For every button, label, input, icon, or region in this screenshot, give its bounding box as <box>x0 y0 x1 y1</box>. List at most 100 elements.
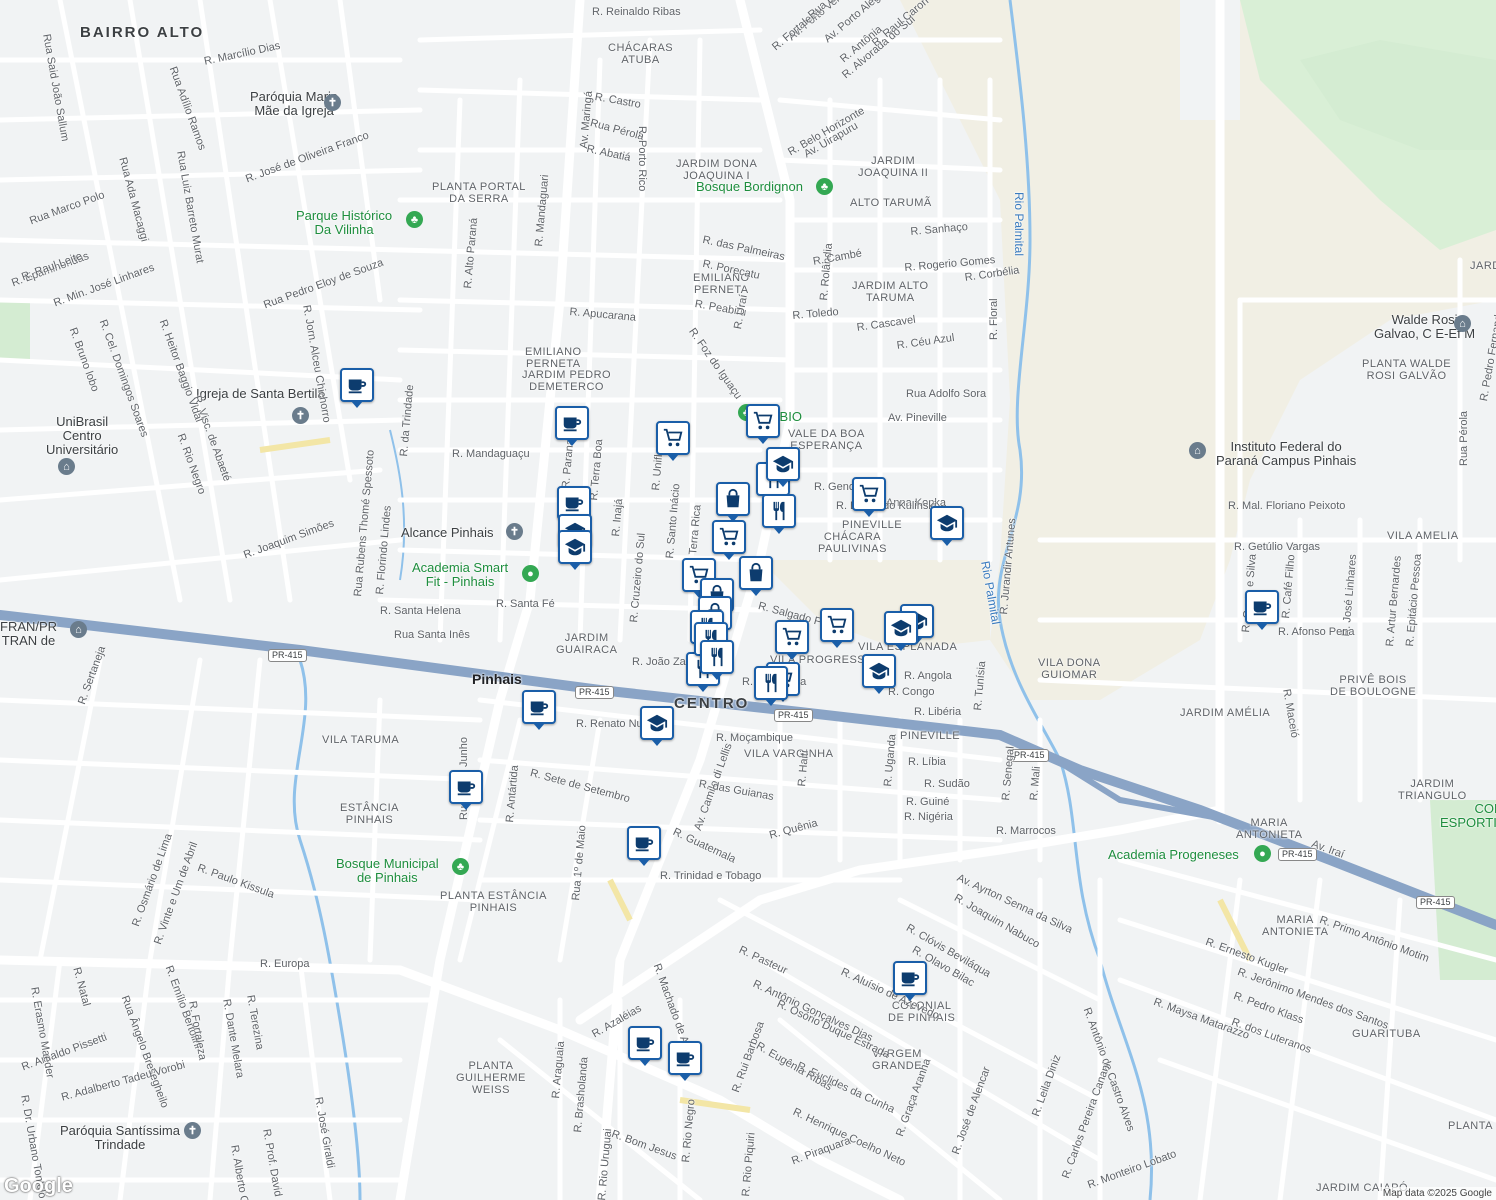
school-icon <box>646 712 668 734</box>
area-label: MARIA ANTONIETA <box>1236 817 1303 841</box>
street-label: R. Guiné <box>906 796 950 808</box>
cart-pin[interactable] <box>712 520 746 560</box>
centro-label: CENTRO <box>674 695 750 712</box>
map-attribution[interactable]: Map data ©2025 Google <box>1378 1187 1496 1200</box>
food-pin[interactable] <box>700 640 734 680</box>
poi-label[interactable]: Parque Histórico Da Vilinha <box>296 209 392 237</box>
area-label: VILA AMELIA <box>1387 530 1459 542</box>
church-icon[interactable]: ✝ <box>506 523 523 540</box>
google-logo: Google <box>4 1175 73 1197</box>
poi-label[interactable]: Alcance Pinhais <box>401 526 494 540</box>
church-icon[interactable]: ✝ <box>292 407 309 424</box>
school-pin[interactable] <box>640 706 674 746</box>
food-pin[interactable] <box>754 666 788 706</box>
cafe-pin[interactable] <box>1245 590 1279 630</box>
area-label: MARIA ANTONIETA <box>1262 914 1329 938</box>
cafe-pin[interactable] <box>449 770 483 810</box>
bag-icon <box>745 562 767 584</box>
poi-label[interactable]: FRAN/PR TRAN de <box>0 620 57 648</box>
cart-pin[interactable] <box>656 421 690 461</box>
cafe-icon <box>561 412 583 434</box>
poi-label[interactable]: Bosque Municipal de Pinhais <box>336 857 439 885</box>
cafe-icon <box>1251 596 1273 618</box>
poi-label[interactable]: Academia Smart Fit - Pinhais <box>412 561 508 589</box>
poi-label[interactable]: Bosque Bordignon <box>696 180 803 194</box>
park-icon[interactable]: ♣ <box>816 178 833 195</box>
food-icon <box>760 672 782 694</box>
area-label: PLANTA GUILHERME WEISS <box>456 1060 526 1096</box>
school-icon[interactable]: ⌂ <box>1189 442 1206 459</box>
area-label: PLANTA <box>1448 1120 1493 1132</box>
poi-label[interactable]: Academia Progeneses <box>1108 848 1239 862</box>
school-pin[interactable] <box>558 530 592 570</box>
street-label: R. Trinidad e Tobago <box>660 870 762 882</box>
poi-label[interactable]: UniBrasil Centro Universitário <box>46 415 118 457</box>
street-label: R. Sudão <box>924 778 970 790</box>
cafe-icon <box>899 967 921 989</box>
street-label: Rua Santa Inês <box>394 629 470 641</box>
school-icon <box>564 536 586 558</box>
bag-pin[interactable] <box>739 556 773 596</box>
street-label: R. Europa <box>260 958 310 970</box>
cafe-pin[interactable] <box>340 368 374 408</box>
gym-icon[interactable]: ● <box>1254 845 1271 862</box>
school-icon[interactable]: ⌂ <box>70 621 87 638</box>
park-icon[interactable]: ♣ <box>452 858 469 875</box>
cafe-pin[interactable] <box>627 826 661 866</box>
street-label: R. Congo <box>888 686 935 698</box>
street-label: Rua Pérola <box>1458 410 1470 466</box>
area-label: JARDIM ALTO TARUMA <box>852 280 929 304</box>
town-label: Pinhais <box>472 671 522 687</box>
area-label: BAIRRO ALTO <box>80 24 205 41</box>
cart-pin[interactable] <box>820 608 854 648</box>
food-pin[interactable] <box>762 494 796 534</box>
street-label: Av. Pineville <box>888 412 947 424</box>
cafe-pin[interactable] <box>628 1026 662 1066</box>
area-label: PLANTA ESTÂNCIA PINHAIS <box>440 890 547 914</box>
cart-pin[interactable] <box>775 620 809 660</box>
area-label: JARDIM JOAQUINA II <box>858 155 929 179</box>
map-canvas[interactable]: Pinhais CENTRO BAIRRO ALTO CHÁCARAS ATUBA JA… <box>0 0 1496 1200</box>
school-icon[interactable]: ⌂ <box>58 458 75 475</box>
poi-label[interactable]: Igreja de Santa Bertila <box>196 387 325 401</box>
school-icon <box>772 453 794 475</box>
highway-shield: PR-415 <box>1416 896 1455 909</box>
poi-label[interactable]: Paróquia Santíssima Trindade <box>60 1124 180 1152</box>
area-label: CHÁCARAS ATUBA <box>608 42 674 66</box>
cafe-icon <box>674 1047 696 1069</box>
river-label: Rio Palmital <box>1012 192 1026 257</box>
area-label: JARDIM PEDRO DEMETERCO <box>522 369 612 393</box>
street-label: R. Angola <box>904 670 952 682</box>
area-label: VILA TARUMA <box>322 734 400 746</box>
school-pin[interactable] <box>766 447 800 487</box>
church-icon[interactable]: ✝ <box>184 1122 201 1139</box>
poi-label[interactable]: COMPL ESPORTIVO PARQ <box>1440 802 1496 830</box>
cafe-pin[interactable] <box>555 406 589 446</box>
school-icon <box>936 512 958 534</box>
school-icon <box>890 617 912 639</box>
street-label: R. Reinaldo Ribas <box>592 6 681 18</box>
park-icon[interactable]: ♣ <box>406 211 423 228</box>
highway-shield: PR-415 <box>268 649 307 662</box>
school-pin[interactable] <box>884 611 918 651</box>
school-icon[interactable]: ⌂ <box>1454 315 1471 332</box>
school-icon <box>868 660 890 682</box>
area-label: PLANTA PORTAL DA SERRA <box>432 181 526 205</box>
bag-pin[interactable] <box>716 482 750 522</box>
school-pin[interactable] <box>862 654 896 694</box>
cafe-pin[interactable] <box>522 690 556 730</box>
gym-icon[interactable]: ● <box>522 565 539 582</box>
cafe-pin[interactable] <box>893 961 927 1001</box>
church-icon[interactable]: ✝ <box>324 94 341 111</box>
area-label: EMILIANO PERNETA <box>525 346 582 370</box>
cart-pin[interactable] <box>852 477 886 517</box>
cart-pin[interactable] <box>746 404 780 444</box>
cafe-icon <box>455 776 477 798</box>
cafe-pin[interactable] <box>668 1041 702 1081</box>
school-pin[interactable] <box>930 506 964 546</box>
poi-label[interactable]: Instituto Federal do Paraná Campus Pinha… <box>1216 440 1356 468</box>
cafe-icon <box>346 374 368 396</box>
area-label: ALTO TARUMÃ <box>850 197 932 209</box>
cart-icon <box>752 410 774 432</box>
cafe-icon <box>634 1032 656 1054</box>
